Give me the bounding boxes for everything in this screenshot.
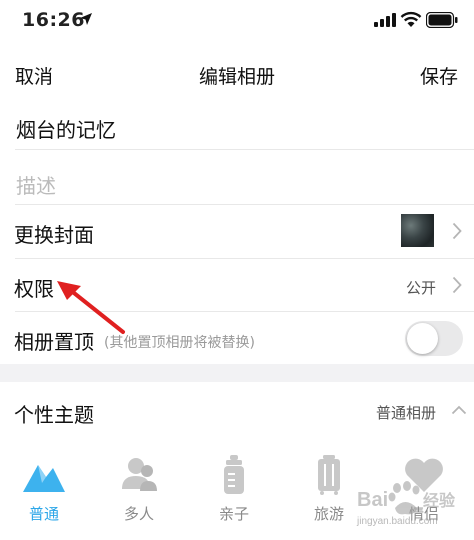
status-bar: 16:26	[0, 0, 474, 40]
baby-bottle-icon	[224, 455, 244, 494]
cellular-signal-icon	[374, 13, 396, 27]
save-button[interactable]: 保存	[420, 62, 458, 89]
baidu-watermark-logo: Bai 经验 jingyan.baidu.com	[355, 478, 465, 534]
cover-thumbnail[interactable]	[401, 214, 434, 247]
permission-value: 公开	[406, 279, 437, 297]
section-separator	[0, 364, 474, 382]
chevron-right-icon[interactable]	[452, 276, 462, 294]
pin-album-toggle[interactable]	[405, 321, 463, 356]
theme-label: 个性主题	[14, 403, 94, 427]
chevron-right-icon[interactable]	[452, 222, 462, 240]
svg-text:Bai: Bai	[357, 489, 388, 511]
chevron-up-icon[interactable]	[451, 405, 467, 415]
theme-option-label: 普通	[28, 505, 59, 523]
mountain-icon	[23, 465, 65, 492]
suitcase-icon	[318, 455, 340, 495]
people-icon	[122, 458, 157, 491]
battery-icon	[426, 12, 458, 28]
theme-option-label: 亲子	[218, 505, 249, 523]
nav-bar: 取消 编辑相册 保存	[0, 52, 474, 96]
album-name-input[interactable]	[16, 116, 446, 140]
page-title: 编辑相册	[198, 66, 275, 88]
baidu-paw-icon: Bai 经验 jingyan.baidu.com	[356, 481, 456, 527]
theme-option-label: 多人	[123, 505, 154, 523]
divider	[15, 149, 474, 150]
theme-row[interactable]: 个性主题 普通相册	[0, 383, 474, 437]
permission-label: 权限	[14, 277, 54, 301]
location-arrow-icon	[80, 13, 92, 25]
annotation-arrow-icon	[57, 281, 125, 334]
wifi-icon	[400, 11, 422, 27]
toggle-knob	[407, 323, 438, 354]
status-time: 16:26	[22, 9, 85, 31]
svg-text:jingyan.baidu.com: jingyan.baidu.com	[356, 516, 438, 527]
change-cover-label: 更换封面	[14, 223, 94, 247]
svg-text:经验: 经验	[423, 491, 456, 510]
theme-value: 普通相册	[376, 404, 437, 422]
description-input[interactable]: 描述	[16, 170, 56, 199]
